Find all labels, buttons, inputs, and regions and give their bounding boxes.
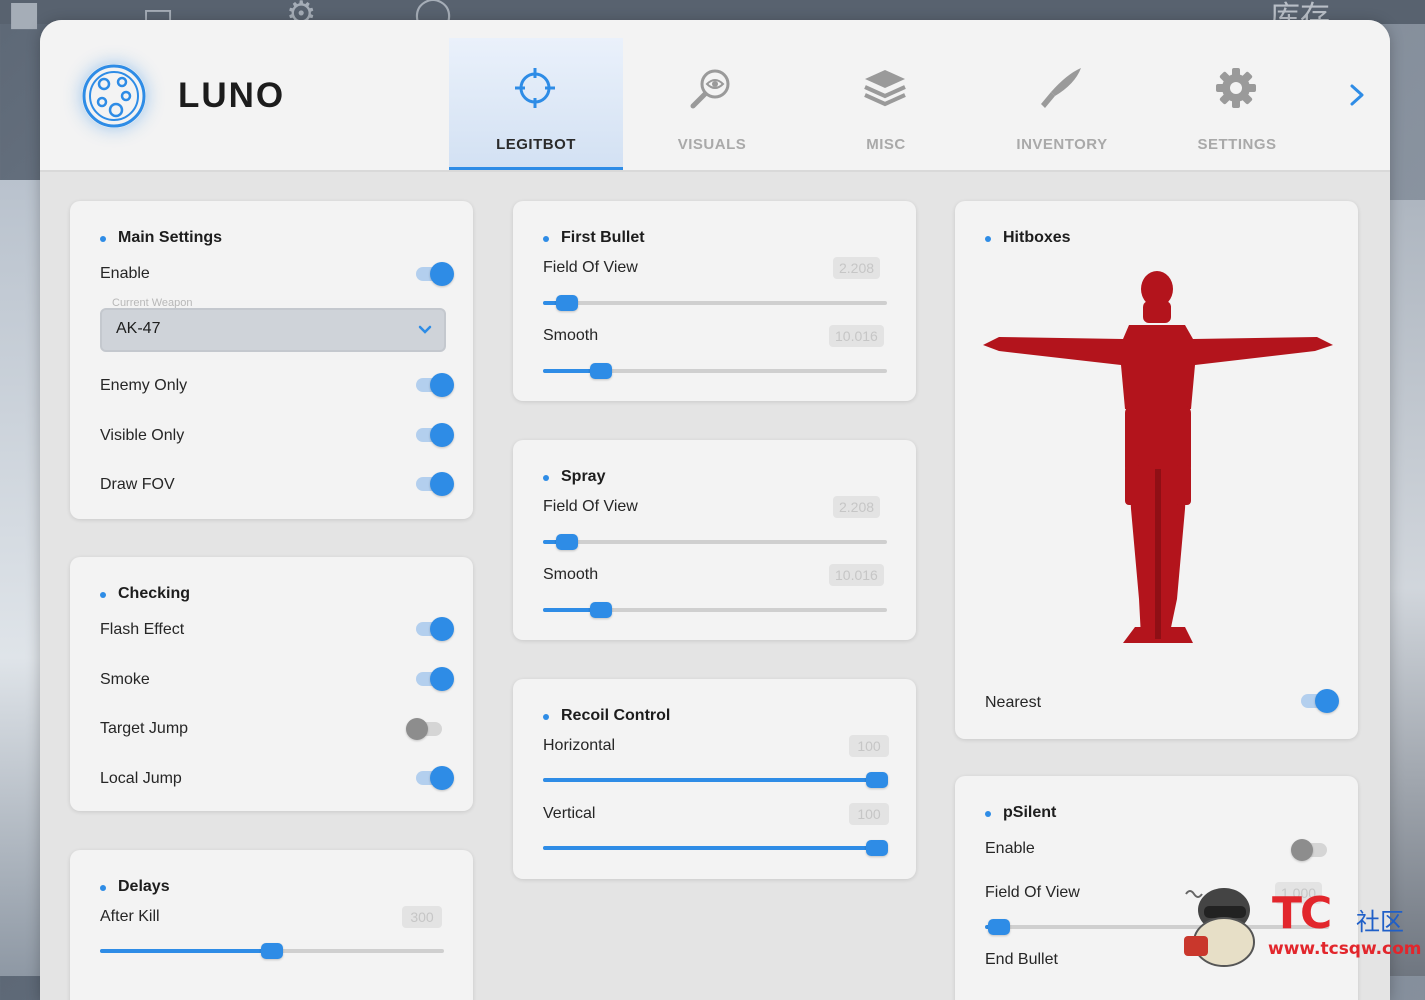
vertical-value: 100 [849, 803, 889, 825]
smooth-value: 10.016 [829, 325, 884, 347]
section-title: Spray [561, 468, 606, 485]
section-dot [100, 592, 106, 598]
crosshair-icon [515, 68, 555, 108]
watermark-url: www.tcsqw.com [1268, 939, 1422, 959]
section-dot [543, 714, 549, 720]
smooth-value: 10.016 [829, 564, 884, 586]
menu-header: LUNO LEGITBOT VISUALS MISC INVENTORY SET… [40, 20, 1390, 172]
section-title: Recoil Control [561, 707, 671, 724]
smooth-slider[interactable] [543, 599, 887, 621]
knife-icon [1041, 68, 1081, 108]
recoil-control-panel: Recoil Control Horizontal 100 Vertical 1… [513, 679, 916, 879]
tab-misc[interactable]: MISC [799, 38, 973, 170]
tab-label: MISC [866, 136, 906, 153]
eye-search-icon [690, 69, 730, 109]
target-jump-label: Target Jump [100, 720, 189, 737]
fov-value: 2.208 [833, 496, 881, 518]
game-background-right [1389, 200, 1425, 976]
horizontal-label: Horizontal [543, 737, 616, 754]
vertical-slider[interactable] [543, 837, 888, 859]
smooth-label: Smooth [543, 327, 599, 344]
section-dot [100, 885, 106, 891]
chevron-right-icon[interactable] [1340, 78, 1374, 112]
enable-toggle[interactable] [414, 262, 454, 286]
enemy-only-toggle[interactable] [414, 373, 454, 397]
desktop-icon: ■ [8, 0, 41, 34]
spray-panel: Spray Field Of View 2.208 Smooth 10.016 [513, 440, 916, 640]
enemy-only-label: Enemy Only [100, 377, 188, 394]
tab-settings[interactable]: SETTINGS [1150, 38, 1324, 170]
section-title: Checking [118, 585, 191, 602]
main-settings-panel: Main Settings Enable Current Weapon AK-4… [70, 201, 473, 519]
section-title: Hitboxes [1003, 229, 1071, 246]
delays-panel: Delays After Kill 300 [70, 850, 473, 1000]
draw-fov-label: Draw FOV [100, 476, 175, 493]
tab-label: LEGITBOT [496, 136, 576, 153]
after-kill-label: After Kill [100, 908, 160, 925]
horizontal-slider[interactable] [543, 769, 888, 791]
layers-icon [864, 70, 906, 107]
fov-value: 2.208 [833, 257, 881, 279]
smooth-label: Smooth [543, 566, 599, 583]
tab-inventory[interactable]: INVENTORY [975, 38, 1149, 170]
section-dot [985, 811, 991, 817]
first-bullet-panel: First Bullet Field Of View 2.208 Smooth … [513, 201, 916, 401]
chevron-down-icon [418, 325, 432, 334]
section-dot [100, 236, 106, 242]
psilent-enable-toggle[interactable] [1291, 838, 1331, 862]
end-bullet-label: End Bullet [985, 951, 1058, 968]
tab-label: VISUALS [677, 136, 747, 153]
smooth-slider[interactable] [543, 360, 887, 382]
horizontal-value: 100 [849, 735, 889, 757]
fov-slider[interactable] [543, 531, 887, 553]
nearest-toggle[interactable] [1299, 689, 1339, 713]
flash-effect-toggle[interactable] [414, 617, 454, 641]
tab-visuals[interactable]: VISUALS [625, 38, 799, 170]
weapon-value: AK-47 [116, 320, 161, 337]
watermark-brand: TC [1272, 888, 1332, 939]
smoke-toggle[interactable] [414, 667, 454, 691]
weapon-select[interactable]: AK-47 [100, 308, 446, 352]
enable-label: Enable [985, 840, 1035, 857]
fov-label: Field Of View [543, 259, 638, 276]
section-title: pSilent [1003, 804, 1057, 821]
section-dot [985, 236, 991, 242]
flash-effect-label: Flash Effect [100, 621, 185, 638]
game-background-left [0, 180, 42, 976]
tab-legitbot[interactable]: LEGITBOT [449, 38, 623, 170]
checking-panel: Checking Flash Effect Smoke Target Jump … [70, 557, 473, 811]
section-title: Main Settings [118, 229, 223, 246]
section-dot [543, 475, 549, 481]
visible-only-label: Visible Only [100, 427, 185, 444]
target-jump-toggle[interactable] [406, 717, 446, 741]
watermark-cn: 社区 [1356, 908, 1404, 936]
after-kill-value: 300 [402, 906, 442, 928]
fov-label: Field Of View [543, 498, 638, 515]
tab-label: INVENTORY [1016, 136, 1108, 153]
hitboxes-panel: Hitboxes Nearest [955, 201, 1358, 739]
nearest-label: Nearest [985, 694, 1042, 711]
smoke-label: Smoke [100, 671, 150, 688]
local-jump-toggle[interactable] [414, 766, 454, 790]
app-title: LUNO [178, 76, 286, 115]
player-model-figure[interactable] [979, 269, 1339, 649]
section-title: Delays [118, 878, 170, 895]
tab-label: SETTINGS [1197, 136, 1277, 153]
gear-icon [1216, 68, 1256, 108]
section-title: First Bullet [561, 229, 645, 246]
section-dot [543, 236, 549, 242]
draw-fov-toggle[interactable] [414, 472, 454, 496]
cheat-menu-window: LUNO LEGITBOT VISUALS MISC INVENTORY SET… [40, 20, 1390, 1000]
fov-label: Field Of View [985, 884, 1080, 901]
local-jump-label: Local Jump [100, 770, 182, 787]
enable-label: Enable [100, 265, 150, 282]
fov-slider[interactable] [543, 292, 887, 314]
after-kill-slider[interactable] [100, 940, 444, 962]
visible-only-toggle[interactable] [414, 423, 454, 447]
vertical-label: Vertical [543, 805, 596, 822]
moon-logo-icon [82, 64, 146, 128]
